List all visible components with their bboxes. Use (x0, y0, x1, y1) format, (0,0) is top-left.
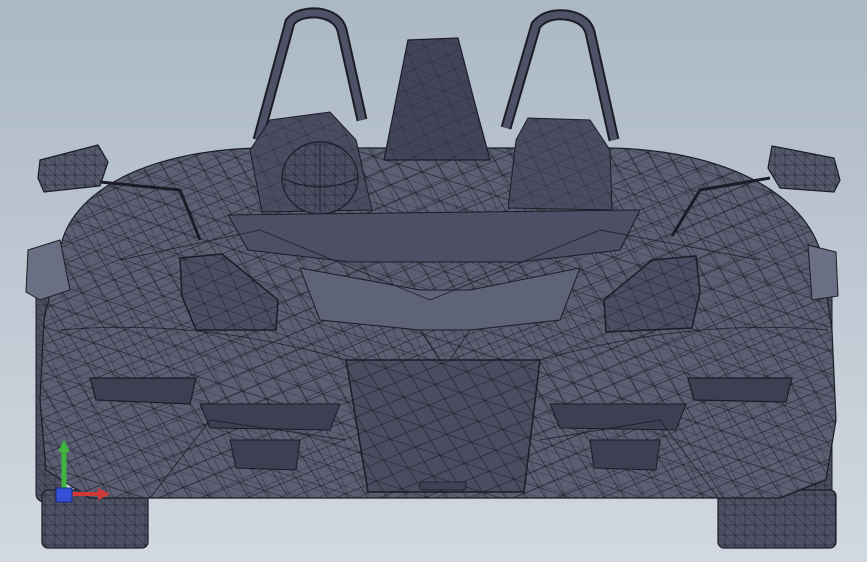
graphics-viewport[interactable] (0, 0, 867, 562)
car-wireframe-model[interactable] (0, 0, 867, 562)
side-pod-right (807, 244, 839, 301)
dashboard (227, 209, 641, 263)
helmet-icon (281, 141, 359, 215)
seat-right (507, 117, 613, 211)
z-axis-cube (55, 487, 73, 503)
y-axis-arrow (58, 440, 70, 494)
center-intake (383, 37, 491, 161)
axis-triad-icon (55, 440, 110, 503)
front-grille (345, 359, 541, 493)
wheel-front-right (717, 489, 837, 549)
